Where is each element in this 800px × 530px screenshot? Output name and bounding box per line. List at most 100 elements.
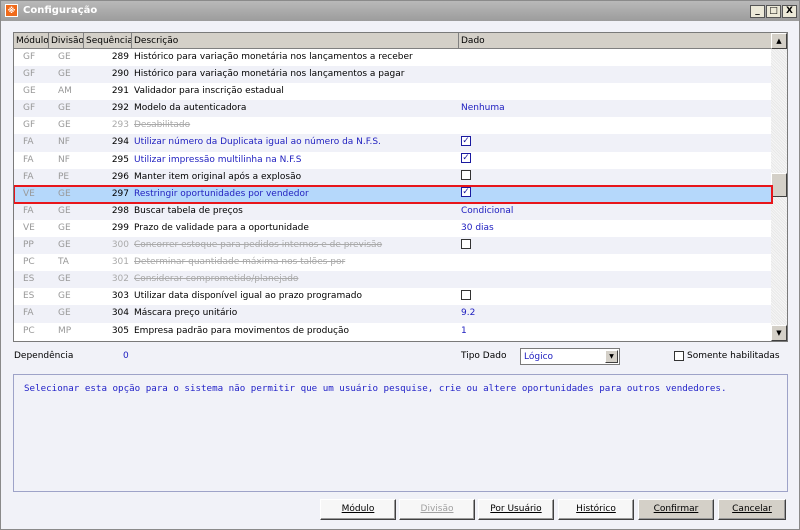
cell-divisao: NF [58, 154, 70, 165]
cell-modulo: ES [23, 291, 35, 302]
cell-dado[interactable]: ✓ [459, 152, 772, 169]
confirmar-button[interactable]: Confirmar [638, 499, 714, 520]
table-row[interactable]: PP GE 300 Concorrer estoque para pedidos in… [14, 237, 772, 255]
cell-divisao: MP [58, 325, 72, 336]
col-header-dado[interactable]: Dado [459, 33, 772, 48]
table-row[interactable]: GF GE 289 Histórico para variação monetária… [14, 49, 772, 66]
unchecked-checkbox-icon[interactable] [461, 170, 471, 181]
cell-dado[interactable]: 1 [459, 323, 772, 340]
unchecked-checkbox-icon[interactable] [461, 238, 471, 249]
chevron-down-icon[interactable]: ▼ [605, 350, 618, 363]
cell-descricao: Modelo da autenticadora [132, 100, 459, 117]
cell-descricao: Buscar tabela de preços [132, 203, 459, 220]
cell-descricao: Utilizar número da Duplicata igual ao nú… [132, 134, 459, 151]
cell-dado[interactable] [459, 271, 772, 288]
table-row[interactable]: FA PE 296 Manter item original após a explo… [14, 168, 772, 186]
scroll-up-arrow-icon[interactable]: ▲ [771, 33, 787, 49]
description-memo[interactable]: Selecionar esta opção para o sistema não… [13, 374, 788, 492]
table-row[interactable]: VE GE 299 Prazo de validade para a oportuni… [14, 220, 772, 237]
cell-dado[interactable] [459, 66, 772, 83]
cell-dado[interactable] [459, 83, 772, 100]
table-row-selected[interactable]: VE GE 297 Restringir oportunidades por vend… [14, 184, 773, 204]
cell-dado[interactable] [459, 254, 772, 271]
table-row[interactable]: GF GE 293 Desabilitado [14, 117, 772, 134]
cell-dado[interactable]: Nenhuma [459, 100, 772, 117]
descricao-text: Considerar comprometido/planejado [134, 274, 299, 285]
dado-value[interactable]: 9.2 [461, 308, 475, 318]
dado-value[interactable]: Nenhuma [461, 103, 505, 113]
close-button[interactable]: X [782, 5, 797, 18]
cell-dado[interactable]: 9.2 [459, 305, 772, 322]
col-header-sequencia[interactable]: Sequência [84, 33, 132, 48]
cell-sequencia: 289 [111, 52, 129, 62]
somente-habilitadas-label[interactable]: Somente habilitadas [687, 351, 780, 361]
descricao-text: Restringir oportunidades por vendedor [134, 188, 309, 199]
cell-descricao: Máscara preço unitário [132, 305, 459, 322]
cell-dado[interactable]: ✓ [459, 134, 772, 151]
table-row[interactable]: GF GE 292 Modelo da autenticadora Nenhuma [14, 100, 772, 118]
descricao-text: Determinar quantidade máxima nos talões … [134, 257, 346, 268]
grid-rows: GF GE 289 Histórico para variação monetária… [14, 49, 773, 340]
table-row[interactable]: PC MP 305 Empresa padrão para movimentos de… [14, 323, 772, 340]
table-row[interactable]: GE AM 291 Validador para inscrição estadual [14, 83, 772, 100]
dado-value[interactable]: 30 dias [461, 223, 494, 233]
cell-dado[interactable]: ✓ [459, 186, 772, 203]
vertical-scrollbar[interactable]: ▲ ▼ [771, 33, 787, 341]
table-row[interactable]: FA GE 298 Buscar tabela de preços Condiciona… [14, 202, 772, 220]
table-row[interactable]: FA GE 304 Máscara preço unitário 9.2 [14, 305, 772, 323]
cell-sequencia: 296 [111, 171, 129, 182]
dado-value[interactable]: 1 [461, 326, 467, 336]
cell-divisao: AM [58, 86, 72, 97]
maximize-button[interactable]: □ [766, 5, 781, 18]
table-row[interactable]: ES GE 303 Utilizar data disponível igual ao… [14, 288, 772, 305]
cell-dado[interactable] [459, 237, 772, 254]
checked-checkbox-icon[interactable]: ✓ [461, 135, 471, 146]
unchecked-checkbox-icon[interactable] [461, 289, 471, 300]
por-usuario-button[interactable]: Por Usuário [478, 499, 554, 520]
descricao-text: Máscara preço unitário [134, 308, 238, 319]
col-header-divisao[interactable]: Divisão [49, 33, 84, 48]
checked-checkbox-icon[interactable]: ✓ [461, 187, 471, 198]
cell-dado[interactable] [459, 117, 772, 134]
cell-dado[interactable]: 30 dias [459, 220, 772, 237]
cell-modulo: GE [23, 86, 36, 97]
cell-dado[interactable] [459, 288, 772, 305]
table-row[interactable]: PC TA 301 Determinar quantidade máxima nos … [14, 254, 772, 271]
table-row[interactable]: ES GE 302 Considerar comprometido/planejado [14, 271, 772, 289]
tipo-dado-select[interactable]: Lógico ▼ [520, 348, 620, 365]
table-row[interactable]: GF GE 290 Histórico para variação monetária… [14, 66, 772, 84]
cell-modulo: GF [23, 69, 36, 80]
historico-button[interactable]: Histórico [558, 499, 634, 520]
descricao-text: Validador para inscrição estadual [134, 86, 284, 97]
cell-divisao: GE [58, 52, 71, 62]
modulo-button[interactable]: Módulo [320, 499, 396, 520]
table-row[interactable]: FA NF 294 Utilizar número da Duplicata igua… [14, 134, 772, 152]
checked-checkbox-icon[interactable]: ✓ [461, 153, 471, 164]
table-row[interactable]: FA NF 295 Utilizar impressão multilinha na … [14, 152, 772, 169]
cell-dado[interactable]: Condicional [459, 203, 772, 220]
cancelar-button[interactable]: Cancelar [718, 499, 786, 520]
descricao-text: Histórico para variação monetária nos la… [134, 52, 413, 62]
dado-value[interactable]: Condicional [461, 206, 513, 216]
scroll-down-arrow-icon[interactable]: ▼ [771, 325, 787, 341]
col-header-descricao[interactable]: Descrição [132, 33, 459, 48]
scroll-thumb[interactable] [771, 173, 787, 197]
minimize-button[interactable]: _ [750, 5, 765, 18]
cell-descricao: Concorrer estoque para pedidos internos … [132, 237, 459, 254]
tipo-dado-value: Lógico [524, 352, 554, 362]
descricao-text: Utilizar data disponível igual ao prazo … [134, 291, 362, 302]
cell-divisao: GE [58, 69, 71, 80]
descricao-text: Concorrer estoque para pedidos internos … [134, 240, 383, 251]
cell-dado[interactable] [459, 169, 772, 186]
cell-modulo: GF [23, 52, 36, 62]
cell-descricao: Desabilitado [132, 117, 459, 134]
cell-modulo: VE [23, 188, 35, 199]
cell-modulo: FA [23, 308, 34, 319]
somente-habilitadas-checkbox[interactable] [674, 351, 684, 361]
cell-dado[interactable] [459, 49, 772, 66]
col-header-modulo[interactable]: Módulo [14, 33, 49, 48]
cell-sequencia: 300 [111, 240, 129, 251]
divisao-button[interactable]: Divisão [399, 499, 475, 520]
config-grid: Módulo Divisão Sequência Descrição Dado … [13, 32, 788, 342]
cell-sequencia: 291 [111, 86, 129, 97]
